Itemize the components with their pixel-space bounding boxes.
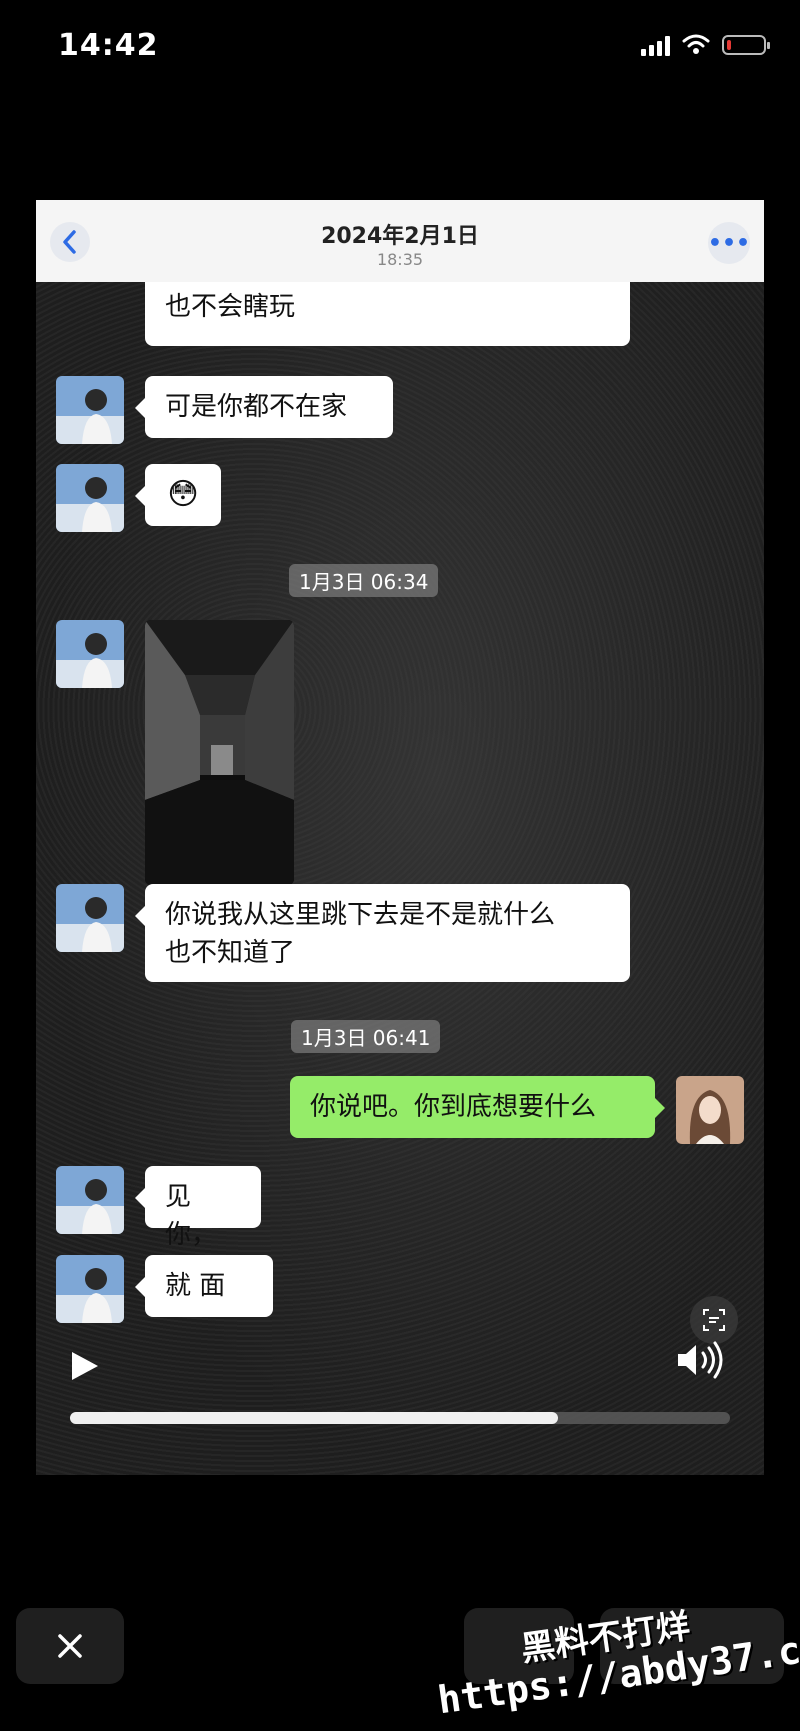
play-button[interactable]: [70, 1350, 100, 1386]
contact-avatar[interactable]: [56, 376, 124, 444]
message-text-line: 也不知道了: [165, 938, 296, 968]
status-bar: 14:42: [0, 0, 800, 96]
message-text-line: 就 面: [165, 1271, 226, 1301]
message-text-line: 见你，: [165, 1182, 218, 1250]
contact-avatar[interactable]: [56, 464, 124, 532]
video-progress-fill: [70, 1412, 559, 1424]
contact-avatar[interactable]: [56, 620, 124, 688]
caption-button[interactable]: [690, 1296, 738, 1344]
chat-time: 18:35: [376, 250, 424, 269]
my-avatar[interactable]: [676, 1076, 744, 1144]
volume-button[interactable]: [676, 1340, 728, 1384]
received-message-bubble[interactable]: 就 面: [135, 1255, 273, 1317]
contact-avatar[interactable]: [56, 884, 124, 952]
message-text-line: 也不会瞎玩: [165, 292, 296, 322]
contact-avatar[interactable]: [56, 1166, 124, 1234]
video-progress-bar[interactable]: [70, 1412, 730, 1424]
more-icon: •••: [707, 230, 751, 256]
chat-header: 2024年2月1日 18:35 •••: [36, 200, 764, 282]
signal-icon: [641, 34, 670, 56]
emoji-message: 😳: [167, 477, 199, 512]
battery-icon: [722, 35, 770, 55]
received-message-bubble[interactable]: 你说我从这里跳下去是不是就什么 也不知道了: [135, 884, 630, 982]
message-timestamp: 1月3日 06:41: [291, 1020, 441, 1053]
received-message-bubble[interactable]: 😳: [135, 464, 221, 526]
contact-avatar[interactable]: [56, 1255, 124, 1323]
received-message-bubble[interactable]: 见你，: [135, 1166, 261, 1250]
received-message-bubble[interactable]: 可是你都不在家: [135, 376, 393, 438]
sent-message-bubble[interactable]: 你说吧。你到底想要什么: [290, 1076, 665, 1138]
wifi-icon: [682, 34, 710, 54]
status-icons: [641, 34, 770, 56]
more-button[interactable]: •••: [708, 222, 750, 264]
close-icon: [58, 1634, 82, 1658]
status-time: 14:42: [58, 28, 159, 63]
photo-message[interactable]: [145, 620, 294, 885]
close-button[interactable]: [16, 1608, 124, 1684]
volume-icon: [678, 1341, 723, 1379]
play-icon: [72, 1352, 98, 1380]
message-text-line: 你说吧。你到底想要什么: [310, 1092, 597, 1122]
chat-screenshot: 可是我再晚都会回回学校睡觉，我也不会瞎玩可是你都不在家😳1月3日 06:34你说…: [36, 200, 764, 1475]
message-text-line: 可是你都不在家: [165, 392, 348, 422]
message-text-line: 你说我从这里跳下去是不是就什么: [165, 900, 556, 930]
message-timestamp: 1月3日 06:34: [289, 564, 439, 597]
chat-date: 2024年2月1日: [321, 224, 479, 249]
caption-icon: [703, 1309, 725, 1331]
